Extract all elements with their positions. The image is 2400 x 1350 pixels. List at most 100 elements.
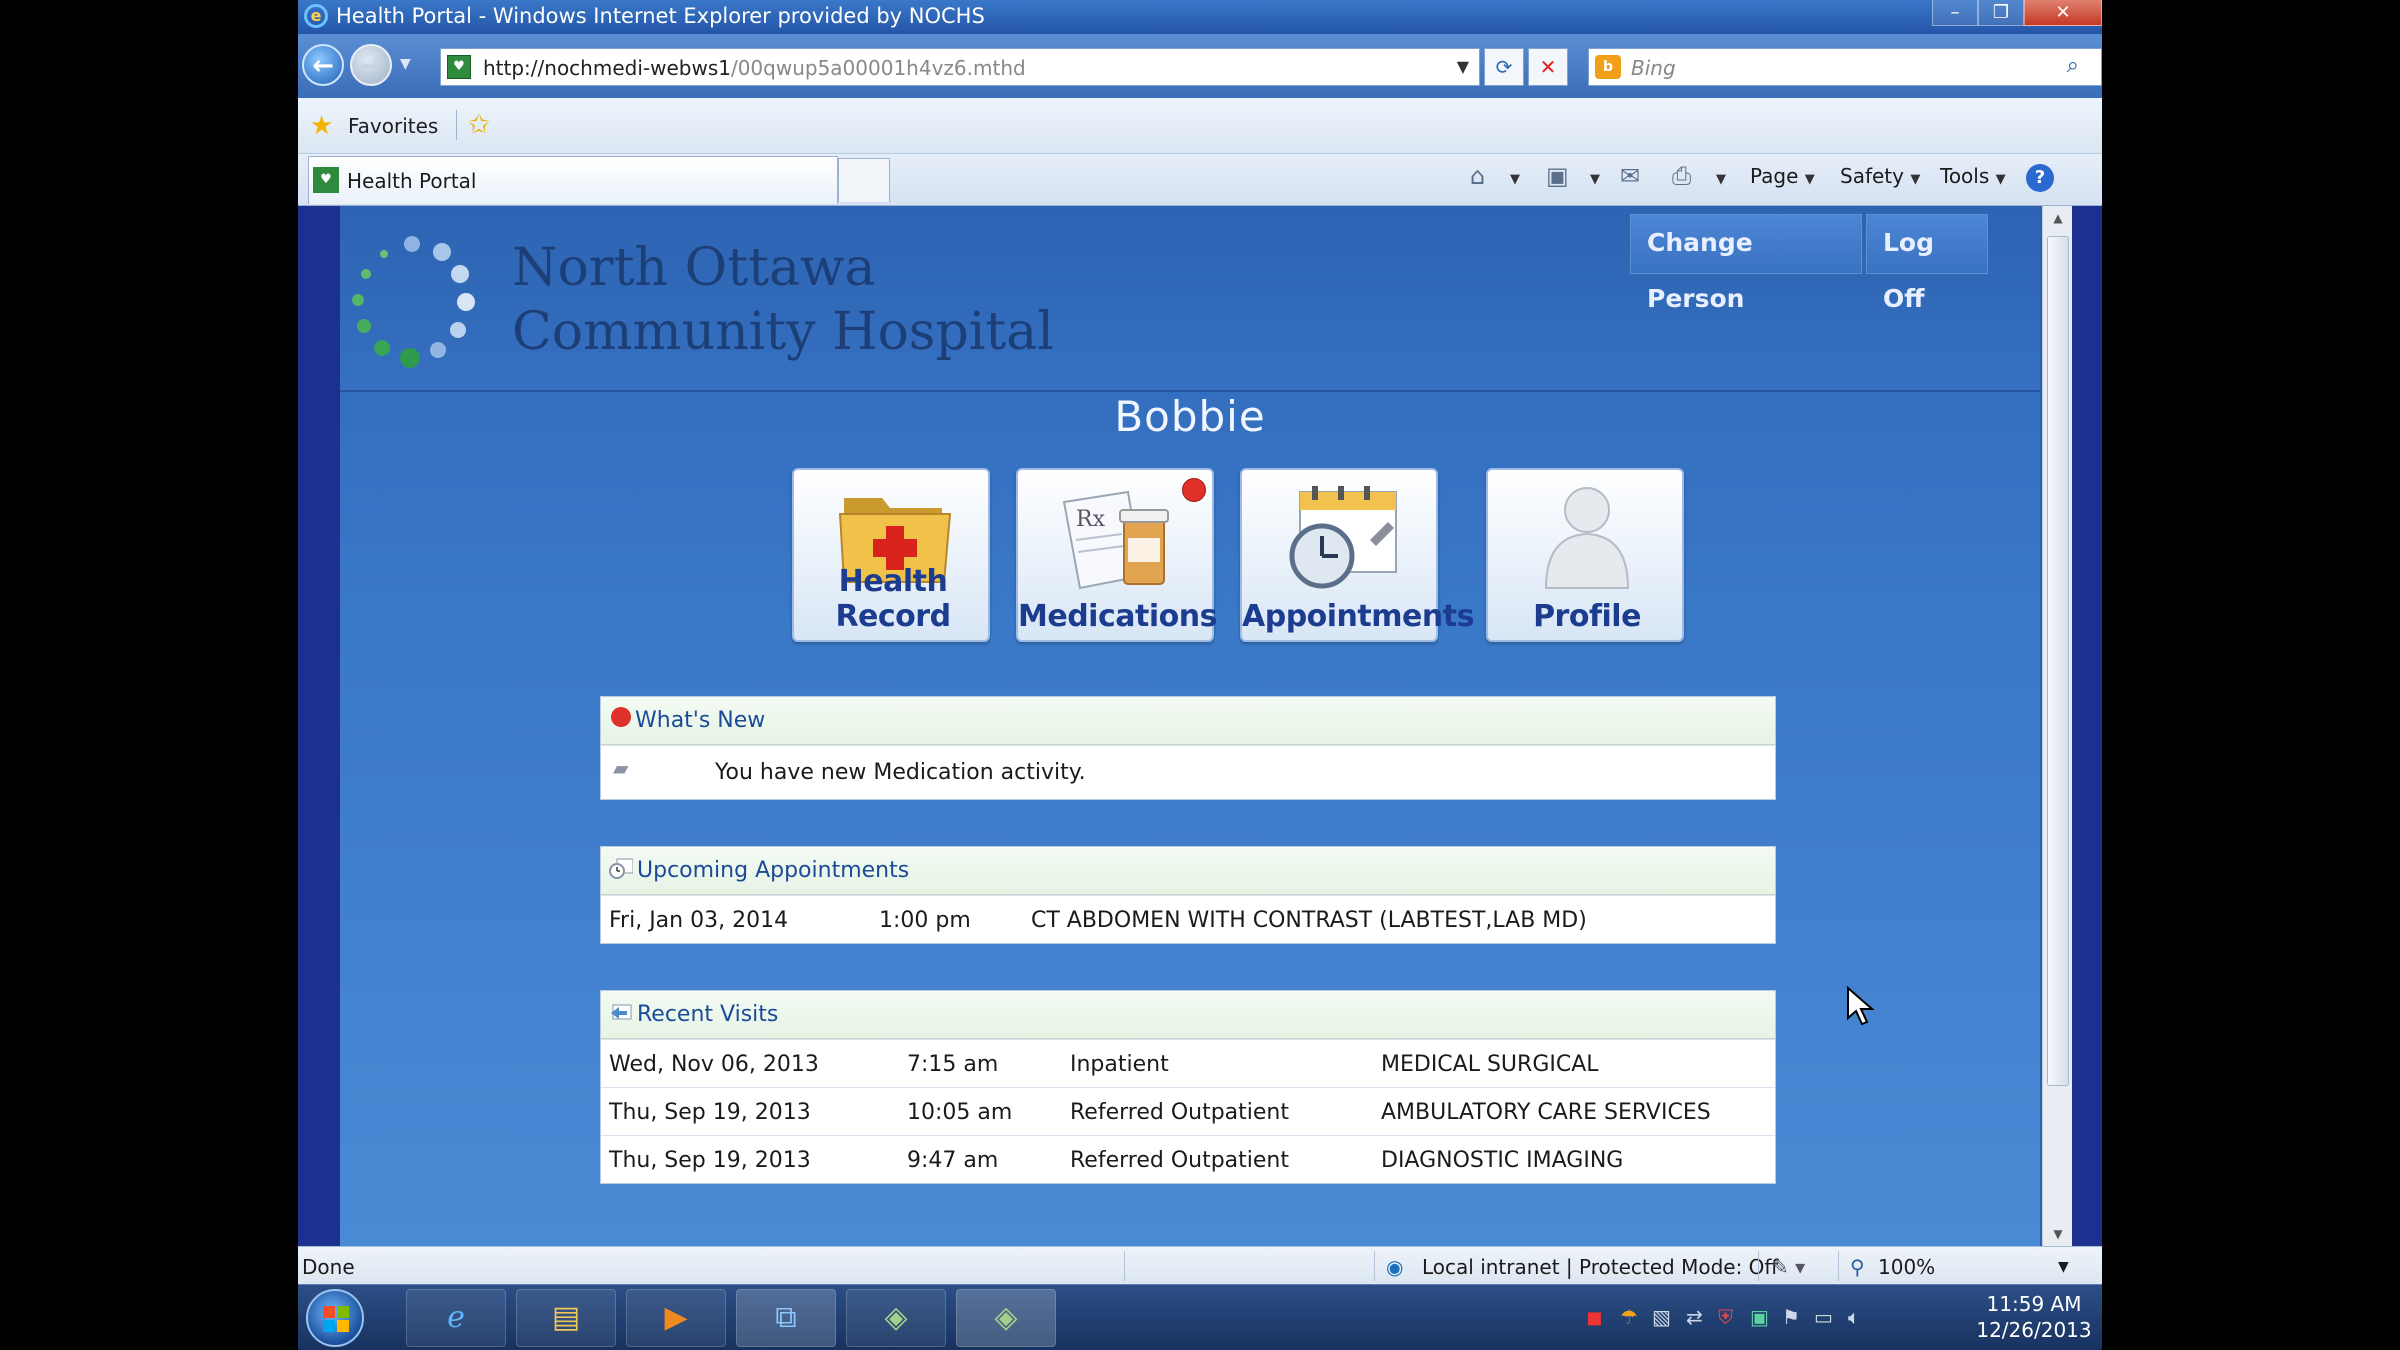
tray-security-shield-icon[interactable]: ⛨ [1718,1305,1733,1329]
medication-activity-icon: ▰ [613,756,629,780]
tray-sync-icon[interactable]: ⇄ [1686,1305,1703,1329]
print-icon[interactable]: ⎙ [1672,162,1691,190]
add-ons-icon[interactable]: ✎ ▾ [1772,1255,1805,1279]
windows-taskbar: ℯ ▤ ▶ ⧉ ◈ ◈ ◼ ☂ ▧ ⇄ ⛨ ▣ ⚑ ▭ 🔈︎ 11:59 AM … [298,1284,2102,1350]
read-mail-icon[interactable]: ✉ [1620,162,1640,190]
tray-network-icon[interactable]: ▭ [1814,1305,1833,1329]
tools-menu-label: Tools [1940,164,1990,188]
visit-row[interactable]: Wed, Nov 06, 2013 7:15 am Inpatient MEDI… [601,1039,1775,1087]
taskbar-app-icon[interactable]: ◈ [846,1289,946,1347]
add-to-favorites-icon[interactable]: ✩ [468,110,490,140]
zoom-level[interactable]: 100% [1878,1255,1935,1279]
appointment-row[interactable]: Fri, Jan 03, 2014 1:00 pm CT ABDOMEN WIT… [601,895,1775,943]
hospital-name: North Ottawa Community Hospital [512,236,1054,364]
zoom-dropdown-icon[interactable]: ▼ [2058,1259,2069,1275]
stop-button[interactable]: ✕ [1528,48,1568,86]
address-dropdown-icon[interactable]: ▼ [1457,57,1469,76]
medications-label: Medications [1018,599,1217,634]
status-bar: Done ◉ Local intranet | Protected Mode: … [298,1246,2102,1284]
close-button[interactable]: ✕ [2024,0,2102,26]
medications-tile[interactable]: Rx Medications [1016,468,1217,642]
scrollbar-thumb[interactable] [2047,236,2069,1086]
taskbar-clock[interactable]: 11:59 AM 12/26/2013 [1974,1291,2094,1343]
status-divider [1838,1251,1839,1281]
start-button[interactable] [306,1289,364,1347]
visit-time: 9:47 am [907,1148,999,1173]
forward-button[interactable]: → [350,44,392,86]
print-dropdown-icon[interactable]: ▼ [1716,164,1726,188]
change-person-button[interactable]: Change Person [1630,214,1862,313]
whats-new-item[interactable]: ▰ You have new Medication activity. [601,745,1775,799]
health-record-tile[interactable]: Health Record [792,468,990,642]
whats-new-text[interactable]: You have new Medication activity. [715,760,1086,785]
new-tab-button[interactable] [838,158,890,202]
vertical-scrollbar[interactable]: ▲ ▼ [2042,206,2072,1246]
page-menu[interactable]: Page ▼ [1750,164,1815,188]
scroll-down-icon[interactable]: ▼ [2043,1222,2073,1246]
address-bar[interactable]: ♥ http://nochmedi-webws1/00qwup5a00001h4… [440,48,1480,86]
page-viewport: North Ottawa Community Hospital Change P… [298,206,2102,1246]
tools-menu[interactable]: Tools ▼ [1940,164,2006,188]
taskbar-remote-app-icon[interactable]: ⧉ [736,1289,836,1347]
address-url[interactable]: http://nochmedi-webws1/00qwup5a00001h4vz… [483,56,1026,80]
url-host: http://nochmedi-webws1 [483,56,731,80]
safety-menu[interactable]: Safety ▼ [1840,164,1920,188]
appointment-date: Fri, Jan 03, 2014 [609,908,789,933]
recent-pages-dropdown-icon[interactable]: ▼ [400,56,411,72]
favorites-button[interactable]: Favorites [348,114,438,138]
right-border-stripe [2072,206,2102,1246]
tray-app-icon[interactable]: ☂ [1620,1305,1638,1329]
visit-row[interactable]: Thu, Sep 19, 2013 10:05 am Referred Outp… [601,1087,1775,1135]
taskbar-internet-explorer-icon[interactable]: ℯ [406,1289,506,1347]
visit-row[interactable]: Thu, Sep 19, 2013 9:47 am Referred Outpa… [601,1135,1775,1183]
visit-type: Inpatient [1070,1052,1169,1077]
status-divider [1124,1251,1125,1281]
scroll-up-icon[interactable]: ▲ [2043,206,2073,230]
window-titlebar[interactable]: e Health Portal - Windows Internet Explo… [298,0,2102,34]
appointments-tile[interactable]: Appointments [1240,468,1474,642]
mouse-cursor-icon [1847,986,1875,1026]
security-zone[interactable]: Local intranet | Protected Mode: Off [1422,1255,1778,1279]
person-icon [1544,487,1630,589]
recent-visits-panel: Recent Visits Wed, Nov 06, 2013 7:15 am … [600,990,1776,1184]
help-icon[interactable]: ? [2026,164,2054,192]
tray-network-app-icon[interactable]: ▧ [1652,1305,1671,1329]
person-name: Bobbie [1114,392,1266,441]
minimize-button[interactable]: – [1932,0,1978,26]
whats-new-title: What's New [635,708,766,733]
feeds-dropdown-icon[interactable]: ▼ [1590,164,1600,188]
window-title: Health Portal - Windows Internet Explore… [336,4,985,28]
visit-department: MEDICAL SURGICAL [1381,1052,1599,1077]
health-record-label: Health Record [835,564,951,634]
search-box[interactable]: b Bing ⌕ [1588,48,2102,86]
tray-pdf-icon[interactable]: ◼ [1586,1305,1603,1329]
taskbar-recording-app-icon[interactable]: ◈ [956,1289,1056,1347]
tray-flag-icon[interactable]: ⚑ [1782,1305,1800,1329]
tray-monitor-icon[interactable]: ▣ [1750,1305,1769,1329]
alert-dot-icon [611,707,631,727]
visit-department: DIAGNOSTIC IMAGING [1381,1148,1624,1173]
tray-volume-icon[interactable]: 🔈︎ [1848,1305,1860,1329]
tab-health-portal[interactable]: ♥ Health Portal [308,156,838,204]
visit-time: 10:05 am [907,1100,1013,1125]
hospital-name-line2: Community Hospital [512,302,1054,362]
restore-button[interactable]: ❐ [1978,0,2024,26]
visit-type: Referred Outpatient [1070,1148,1290,1173]
tab-favicon-icon: ♥ [313,167,339,193]
portal-header: North Ottawa Community Hospital Change P… [340,206,2040,392]
feeds-icon[interactable]: ▣ [1546,162,1569,190]
taskbar-media-player-icon[interactable]: ▶ [626,1289,726,1347]
search-placeholder: Bing [1631,56,1676,80]
profile-tile[interactable]: Profile [1486,468,1684,642]
appointment-time: 1:00 pm [879,908,971,933]
back-button[interactable]: ← [302,44,344,86]
tab-label: Health Portal [347,169,477,193]
search-icon[interactable]: ⌕ [2067,53,2079,78]
refresh-button[interactable]: ⟳ [1484,48,1524,86]
log-off-button[interactable]: Log Off [1866,214,1988,313]
taskbar-file-explorer-icon[interactable]: ▤ [516,1289,616,1347]
home-icon[interactable]: ⌂ [1470,162,1485,190]
windows-logo-icon [323,1306,349,1332]
visit-time: 7:15 am [907,1052,999,1077]
home-dropdown-icon[interactable]: ▼ [1510,164,1520,188]
